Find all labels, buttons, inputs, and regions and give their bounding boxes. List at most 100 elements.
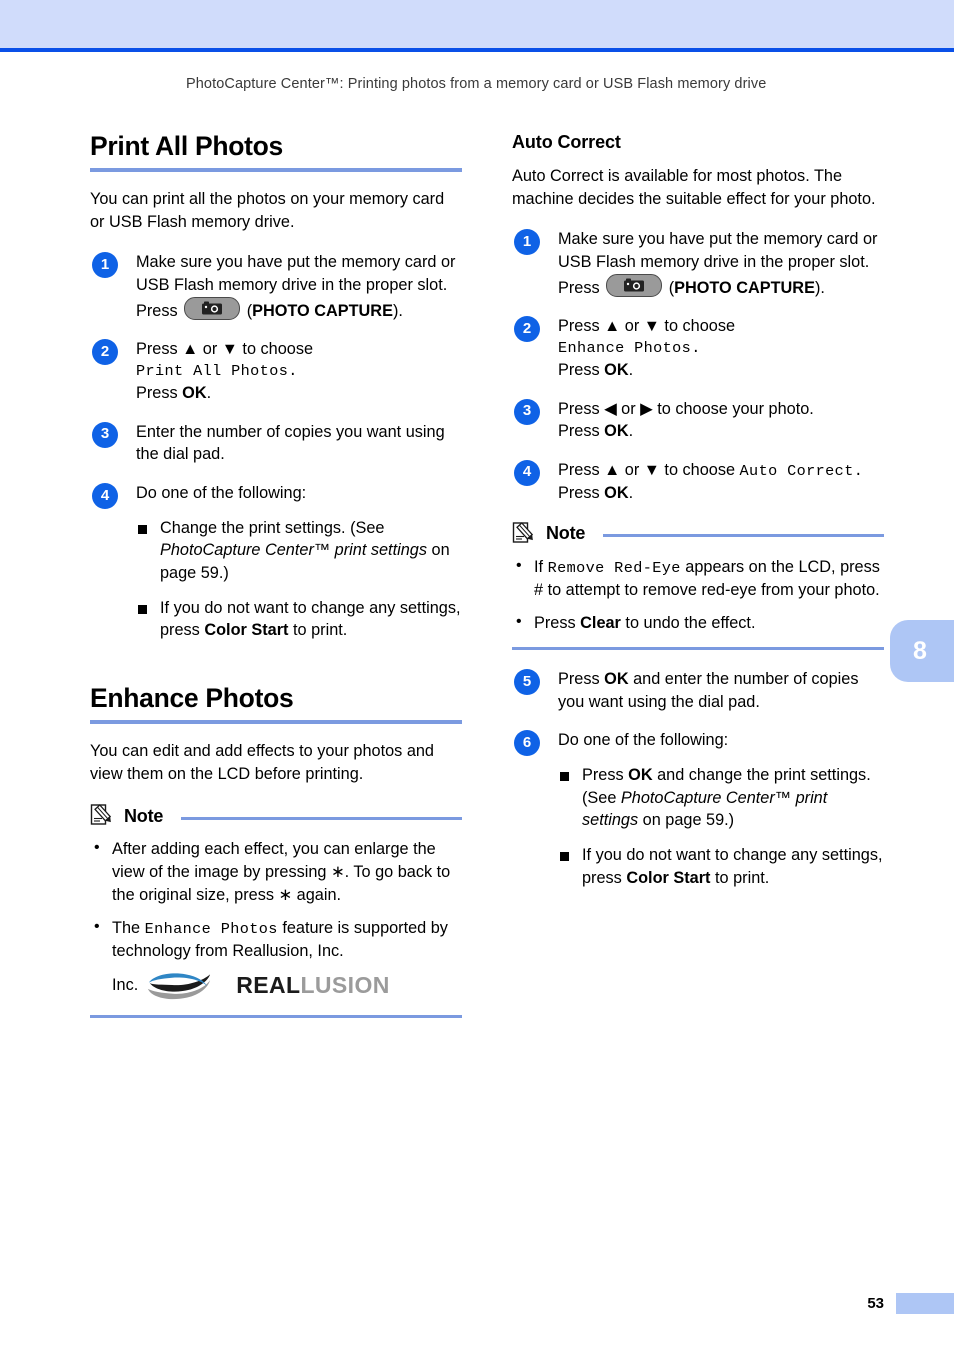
note-text: The [112,919,145,938]
lcd-text: Remove Red-Eye [547,558,681,577]
chapter-tab: 8 [890,620,954,682]
lcd-text: Enhance Photos. [558,338,701,357]
ok-key-label: OK [604,484,629,503]
step-item: 4 Do one of the following: Change the pr… [90,482,462,642]
step-item: 5 Press OK and enter the number of copie… [512,668,884,713]
note-text: After adding each effect, you can enlarg… [112,840,451,904]
step-number: 2 [514,316,540,343]
step-number: 6 [514,730,540,757]
photo-capture-key-icon[interactable] [184,296,241,320]
intro-paragraph: You can print all the photos on your mem… [90,190,445,231]
list-item: If you do not want to change any setting… [558,844,884,889]
bullet-text: Press [582,765,629,784]
ok-key-label: OK [182,384,207,403]
press-label: Press [558,670,605,689]
page-footer: 53 [867,1293,954,1314]
note-box: Note If Remove Red-Eye appears on the LC… [512,521,884,651]
period: . [206,384,212,403]
step-press-ok: Press OK. [558,482,884,505]
note-bottom-rule [90,1014,462,1018]
step-item: 1 Make sure you have put the memory card… [512,228,884,299]
period: . [628,360,634,379]
note-text-tail: to undo the effect. [620,614,756,633]
step-number: 2 [92,339,118,366]
step-text: Press ◀ or ▶ to choose your photo. [558,399,814,418]
press-label: Press [136,301,178,320]
note-header: Note [90,803,462,829]
cross-reference[interactable]: PhotoCapture Center™ print settings [160,541,427,559]
note-list: If Remove Red-Eye appears on the LCD, pr… [512,555,884,635]
key-name: PHOTO CAPTURE [674,278,815,297]
press-label: Press [558,484,605,503]
logo-word-lusion: LUSION [300,972,390,999]
step-text: Press ▲ or ▼ to choose Auto Correct. [558,459,884,482]
section-title-enhance-photos: Enhance Photos [90,682,294,713]
list-item: Press OK and change the print settings. … [558,764,884,832]
note-bottom-rule [512,647,884,651]
chapter-tab-number: 8 [913,636,927,665]
heading-rule [90,720,462,725]
step-item: 2 Press ▲ or ▼ to choose Print All Photo… [90,338,462,404]
step-item: 1 Make sure you have put the memory card… [90,251,462,322]
list-item: Change the print settings. (See PhotoCap… [136,517,462,585]
right-column: Auto Correct Auto Correct is available f… [512,132,884,905]
ok-key-label: OK [604,360,629,379]
period: . [628,422,634,441]
ok-key-label: OK [628,765,653,784]
step-number: 4 [514,459,540,486]
footer-bar [896,1293,954,1314]
note-title: Note [546,523,586,544]
bullet-text: Change the print settings. (See [160,518,385,537]
note-header: Note [512,521,884,547]
step-item: 4 Press ▲ or ▼ to choose Auto Correct. P… [512,459,884,505]
reallusion-swoosh-icon [148,973,211,1000]
step-number: 4 [92,483,118,510]
step-item: 3 Enter the number of copies you want us… [90,421,462,466]
heading-rule [90,168,462,173]
running-head: PhotoCapture Center™: Printing photos fr… [186,76,767,92]
key-paren-close: ). [392,301,403,320]
note-text: Press [534,614,581,633]
bullet-text-tail: on page 59.) [638,811,735,830]
section-title-auto-correct: Auto Correct [512,132,621,152]
bullet-text-tail: to print. [288,621,348,640]
step-item: 6 Do one of the following: Press OK and … [512,729,884,889]
step-press-line: Press (PHOTO CAPTURE). [558,273,884,300]
page-title: Print All Photos [90,131,283,161]
key-name: PHOTO CAPTURE [252,301,393,320]
step-press-ok: Press OK. [136,382,462,405]
step-press-ok: Press OK. [558,359,884,382]
press-label: Press [558,422,605,441]
header-rule [0,48,954,52]
list-item: If you do not want to change any setting… [136,597,462,642]
note-pencil-icon [90,804,112,825]
step-item: 3 Press ◀ or ▶ to choose your photo. Pre… [512,398,884,443]
note-text: If [534,557,548,576]
lcd-text: Enhance Photos [144,920,278,939]
photo-capture-key-icon[interactable] [606,273,663,297]
reallusion-wordmark: REALLUSION [236,972,390,999]
press-label: Press [136,384,183,403]
list-item: The Enhance Photos feature is supported … [90,916,462,963]
bullet-text-tail: to print. [710,868,770,887]
step-press-line: Press (PHOTO CAPTURE). [136,296,462,323]
lcd-text: Auto Correct. [739,461,864,480]
step-number: 3 [92,421,118,448]
note-box: Note After adding each effect, you can e… [90,803,462,1018]
press-label: Press [558,278,600,297]
step-text: Enter the number of copies you want usin… [136,422,445,464]
step-text: Do one of the following: [136,484,307,503]
list-item: Press Clear to undo the effect. [512,611,884,635]
note-header-rule [181,816,462,820]
step-text: Press ▲ or ▼ to choose [558,317,736,336]
press-label: Press [558,360,605,379]
page-number: 53 [867,1295,884,1312]
lcd-text: Print All Photos. [136,361,298,380]
step-press-ok: Press OK. [558,420,884,443]
step-text-pre: Press ▲ or ▼ to choose [558,460,740,479]
color-start-key-label: Color Start [204,621,289,640]
logo-inc-label: Inc. [112,976,139,995]
list-item: If Remove Red-Eye appears on the LCD, pr… [512,555,884,602]
step-number: 1 [92,252,118,279]
key-paren-close: ). [814,278,825,297]
